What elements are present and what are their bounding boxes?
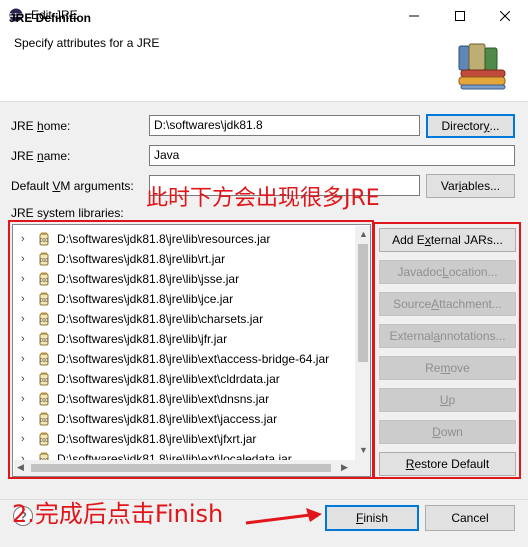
maximize-icon (455, 10, 465, 21)
books-icon (458, 43, 506, 90)
minimize-icon (409, 15, 419, 16)
finish-button[interactable]: Finish (325, 505, 419, 531)
minimize-button[interactable] (391, 0, 437, 31)
close-icon (500, 10, 510, 21)
close-button[interactable] (482, 0, 528, 31)
maximize-button[interactable] (437, 0, 483, 31)
vm-arguments-label: Default VM arguments: (11, 179, 134, 193)
jre-name-label: JRE name: (11, 149, 71, 163)
annotation-note-libraries: 此时下方会出现很多JRE (146, 186, 380, 211)
variables-button[interactable]: Var i ables... (426, 174, 515, 198)
system-libraries-label: JRE system libraries: (11, 206, 124, 220)
directory-button[interactable]: Director y... (426, 114, 515, 138)
header-description: Specify attributes for a JRE (14, 36, 160, 50)
arrow-icon (245, 508, 322, 525)
annotation-note-finish: 2.完成后点击Finish (12, 500, 224, 528)
header-title: JRE Definition (9, 11, 92, 25)
cancel-button[interactable]: Cancel (425, 505, 515, 531)
libraries-highlight-box (8, 220, 374, 479)
buttons-highlight-box (373, 222, 521, 479)
jre-home-label: JRE home: (11, 119, 71, 133)
jre-name-field[interactable]: Java (149, 145, 515, 166)
jre-home-field[interactable]: D:\softwares\jdk81.8 (149, 115, 420, 136)
